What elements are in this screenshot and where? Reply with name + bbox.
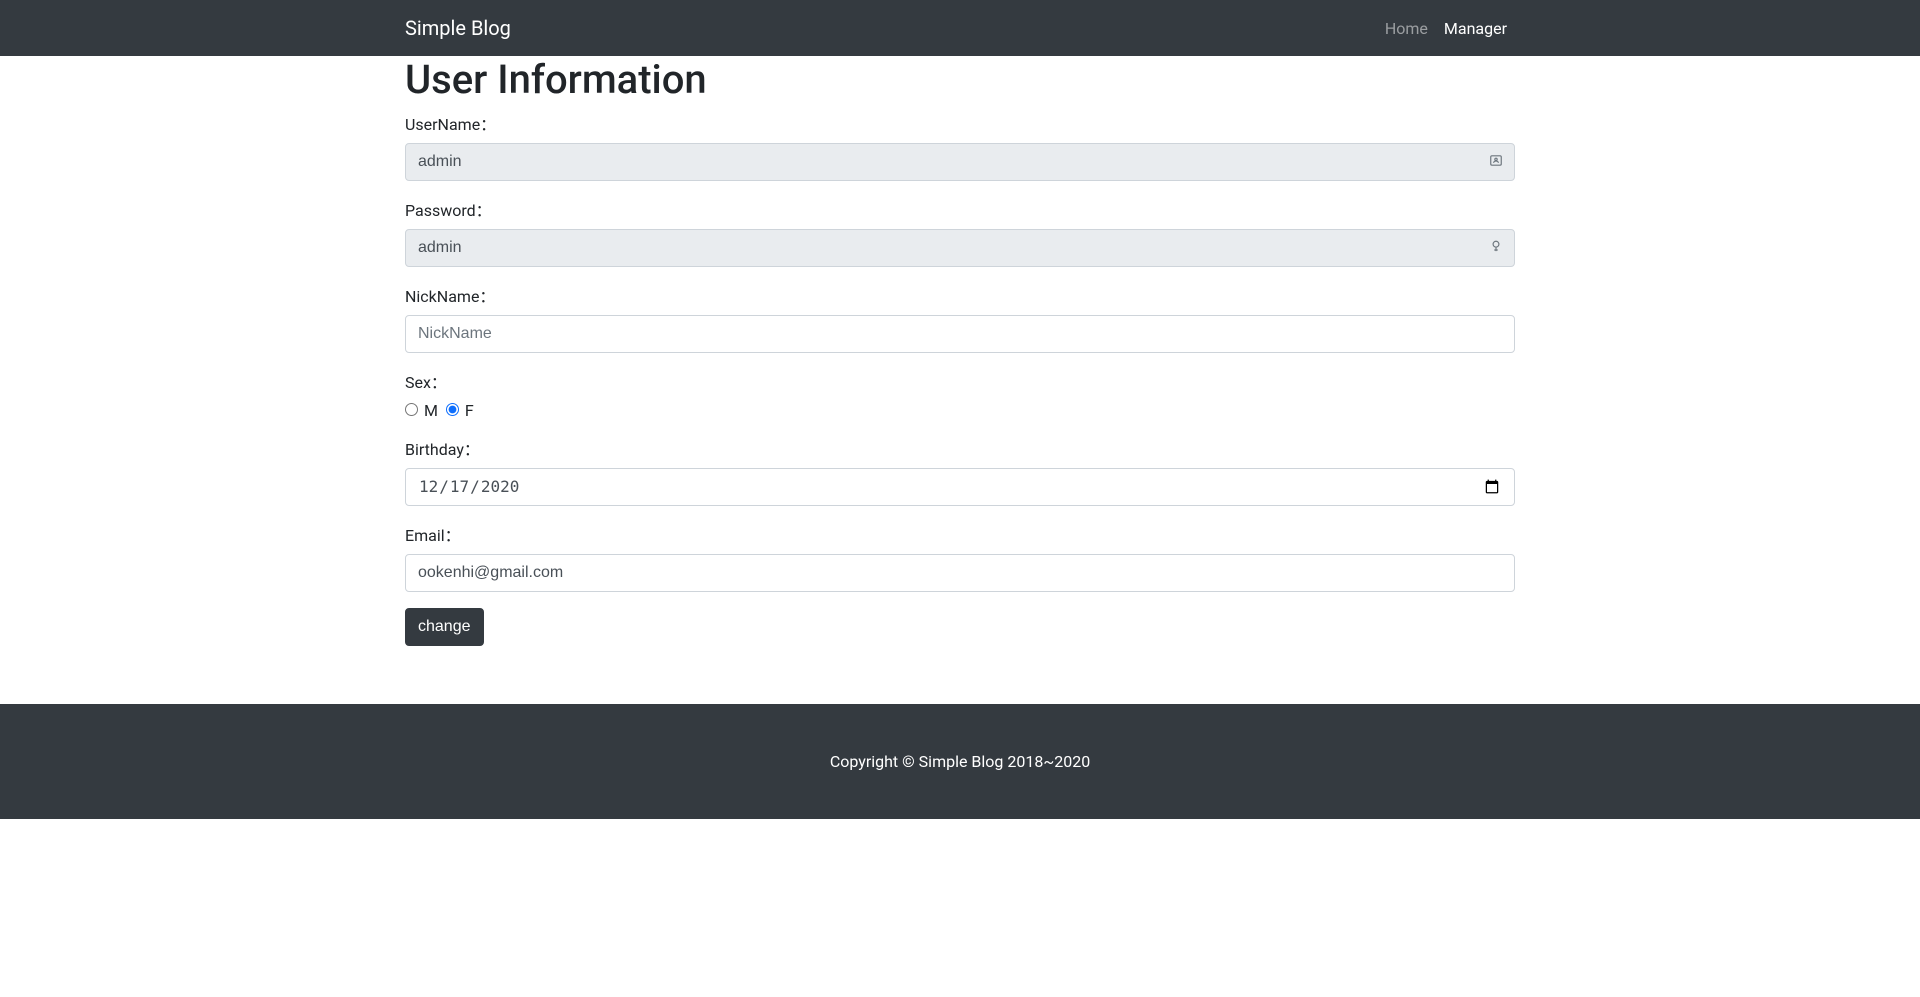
nickname-input[interactable] <box>405 315 1515 353</box>
password-label: Password： <box>405 197 492 221</box>
sex-radio-m[interactable] <box>405 403 418 416</box>
password-input[interactable] <box>405 229 1515 267</box>
sex-radio-group: M F <box>405 401 1515 420</box>
sex-radio-f[interactable] <box>446 403 459 416</box>
navbar-nav: Home Manager <box>1377 19 1515 38</box>
footer-text: Copyright © Simple Blog 2018~2020 <box>0 752 1920 771</box>
footer: Copyright © Simple Blog 2018~2020 <box>0 704 1920 819</box>
username-label: UserName： <box>405 111 496 135</box>
username-input[interactable] <box>405 143 1515 181</box>
birthday-input[interactable] <box>405 468 1515 506</box>
change-button[interactable]: change <box>405 608 484 646</box>
navbar: Simple Blog Home Manager <box>0 0 1920 56</box>
sex-label: Sex： <box>405 369 447 393</box>
sex-label-m: M <box>424 401 438 420</box>
email-label: Email： <box>405 522 461 546</box>
navbar-brand[interactable]: Simple Blog <box>405 16 511 40</box>
user-form: UserName： Password： NickName： Sex： <box>405 111 1515 646</box>
birthday-label: Birthday： <box>405 436 480 460</box>
page-title: User Information <box>405 56 1515 103</box>
sex-label-f: F <box>465 401 474 420</box>
email-input[interactable] <box>405 554 1515 592</box>
nav-link-home[interactable]: Home <box>1377 11 1436 46</box>
nav-link-manager[interactable]: Manager <box>1436 11 1515 46</box>
nickname-label: NickName： <box>405 283 495 307</box>
